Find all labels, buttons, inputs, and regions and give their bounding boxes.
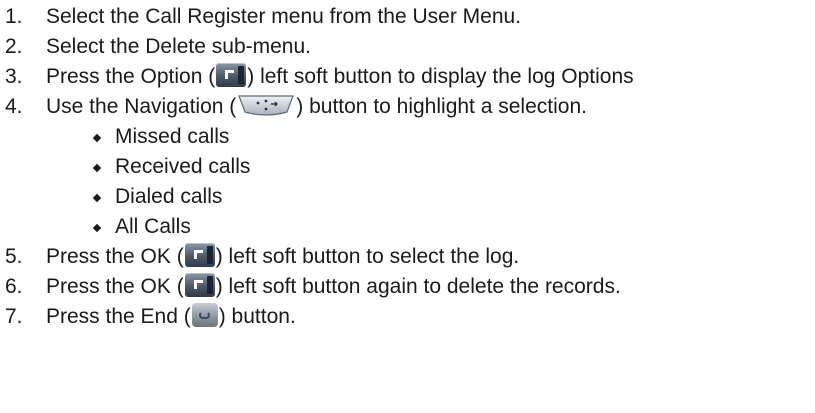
step-number: 1. xyxy=(5,5,23,28)
step-text-pre: Press the OK ( xyxy=(46,245,184,268)
step-number: 4. xyxy=(5,95,23,118)
bullet-icon xyxy=(92,163,102,173)
step-text-pre: Press the OK ( xyxy=(46,275,184,298)
left-soft-button-icon xyxy=(184,273,215,298)
option-label: Dialed calls xyxy=(115,185,223,208)
step-text-post: ) button. xyxy=(218,305,296,328)
left-soft-button-icon xyxy=(216,63,247,88)
step-number: 5. xyxy=(5,245,23,268)
step-text-pre: Press the End ( xyxy=(46,305,191,328)
step-text-post: ) left soft button again to delete the r… xyxy=(215,275,621,298)
step-number: 3. xyxy=(5,65,23,88)
option-label: Missed calls xyxy=(115,125,230,148)
step-text: Press the OK ( ) left soft button again t… xyxy=(46,272,621,302)
option-label: Received calls xyxy=(115,155,251,178)
navigation-button-icon xyxy=(237,93,295,117)
step-text: Select the Delete sub-menu. xyxy=(46,35,311,58)
step-text: Use the Navigation ( ) button to highligh… xyxy=(46,92,587,122)
left-soft-button-icon xyxy=(184,243,215,268)
step-text: Press the End ( ) button. xyxy=(46,302,296,332)
bullet-icon xyxy=(92,133,102,143)
step-text-post: ) left soft button to select the log. xyxy=(215,245,520,268)
step-number: 2. xyxy=(5,35,23,58)
step-number: 6. xyxy=(5,275,23,298)
option-label: All Calls xyxy=(115,215,191,238)
bullet-icon xyxy=(92,223,102,233)
bullet-icon xyxy=(92,193,102,203)
step-text-post: ) left soft button to display the log Op… xyxy=(247,65,634,88)
step-number: 7. xyxy=(5,305,23,328)
step-text-pre: Use the Navigation ( xyxy=(46,95,237,118)
end-button-icon xyxy=(191,303,218,328)
step-text: Press the OK ( ) left soft button to sele… xyxy=(46,242,519,272)
step-text: Select the Call Register menu from the U… xyxy=(46,5,522,28)
step-text-post: ) button to highlight a selection. xyxy=(296,95,587,118)
step-text: Press the Option ( ) left soft button to … xyxy=(46,62,634,92)
step-text-pre: Press the Option ( xyxy=(46,65,216,88)
